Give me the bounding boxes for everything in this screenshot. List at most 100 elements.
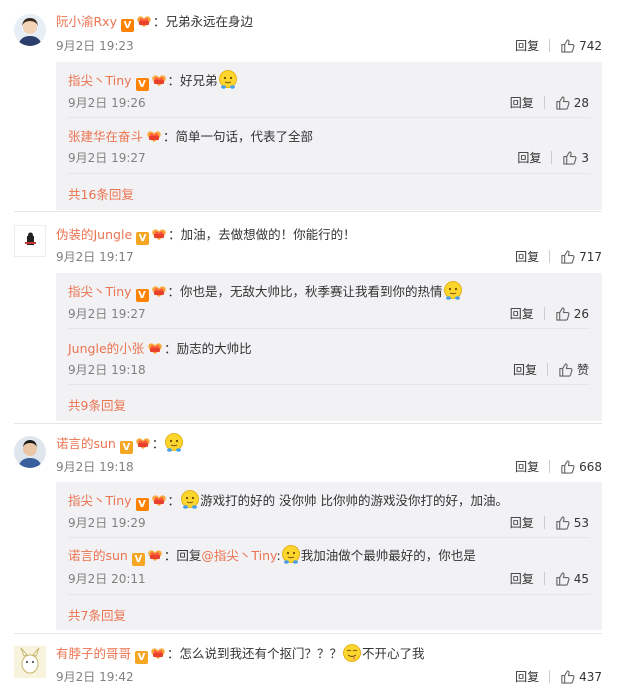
fan-club-badge [147,549,163,562]
reply-button[interactable]: 回复 [513,363,537,377]
reply-time: 9月2日 20:11 [68,572,146,586]
reply-text: ：你也是，无敌大帅比，秋季赛让我看到你的热情 [167,284,443,299]
like-button[interactable]: 717 [560,250,602,264]
comment-header: 阮小渝Rxy V ：兄弟永远在身边 [56,11,253,32]
like-button[interactable]: 53 [555,516,589,530]
divider [549,460,551,473]
comment-text-continued: 不开心了我 [362,646,425,661]
comment-header: 伪装的Jungle V ：加油，去做想做的！你能行的！ [56,224,356,245]
more-replies-link[interactable]: 共7条回复 [68,605,126,624]
like-count: 668 [579,460,602,474]
thumbs-up-icon [555,515,570,530]
reply-time: 9月2日 19:18 [68,363,146,377]
reply-actions: 回复 赞 [513,361,589,378]
thumbs-up-icon [560,38,575,53]
reply-button[interactable]: 回复 [510,96,534,110]
username[interactable]: 诺言的sun [56,436,116,451]
reply-actions: 回复 53 [510,514,589,531]
like-button[interactable]: 28 [555,96,589,110]
thumbs-up-icon [555,306,570,321]
fan-club-badge [151,494,167,507]
like-button[interactable]: 3 [562,151,589,165]
comment-header: 有脖子的哥哥 V ：怎么说到我还有个抠门？？？ 不开心了我 [56,643,425,664]
divider [14,633,602,634]
like-button[interactable]: 437 [560,670,602,684]
fan-club-badge [151,228,167,241]
reply-header: 诺言的sun V ：回复@指尖丶Tiny: 我加油做个最帅最好的，你也是 [68,545,476,566]
like-button[interactable]: 26 [555,307,589,321]
like-button[interactable]: 45 [555,572,589,586]
reply-time: 9月2日 19:26 [68,96,146,110]
smile-emoji [164,433,184,453]
reply-actions: 回复 26 [510,305,589,322]
verified-v-badge: V [135,78,149,91]
comment-actions: 回复 668 [515,458,602,475]
divider [549,39,551,52]
username[interactable]: Jungle的小张 [68,341,144,356]
avatar[interactable] [14,436,46,468]
username[interactable]: 有脖子的哥哥 [56,646,131,661]
divider [549,250,551,263]
reply-button[interactable]: 回复 [515,460,539,474]
username[interactable]: 伪装的Jungle [56,227,132,242]
reply-actions: 回复 45 [510,570,589,587]
reply-text: ：简单一句话，代表了全部 [163,129,314,144]
verified-v-badge: V [136,232,150,245]
like-count: 28 [573,96,589,110]
smile-emoji [218,70,238,90]
comment-actions: 回复 437 [515,668,602,685]
thumbs-up-icon [560,249,575,264]
like-button[interactable]: 赞 [558,363,589,377]
thumbs-up-icon [562,150,577,165]
reply-header: 指尖丶Tiny V ：好兄弟 [68,70,238,91]
reply-header: Jungle的小张 ：励志的大帅比 [68,338,252,357]
username[interactable]: 指尖丶Tiny [68,493,132,508]
like-button[interactable]: 668 [560,460,602,474]
username[interactable]: 阮小渝Rxy [56,14,117,29]
reply-button[interactable]: 回复 [510,516,534,530]
reply-button[interactable]: 回复 [510,307,534,321]
like-label: 赞 [576,363,589,377]
comment-actions: 回复 717 [515,248,602,265]
username[interactable]: 诺言的sun [68,548,128,563]
comment-header: 诺言的sun V ： [56,433,184,454]
mention-link[interactable]: @指尖丶Tiny [201,548,276,563]
avatar[interactable] [14,646,46,678]
more-replies-link[interactable]: 共16条回复 [68,184,134,203]
reply-button[interactable]: 回复 [510,572,534,586]
avatar[interactable] [14,14,46,46]
username[interactable]: 张建华在奋斗 [68,129,143,144]
avatar[interactable] [14,225,46,257]
like-button[interactable]: 742 [560,39,602,53]
divider [549,670,551,683]
verified-v-badge: V [135,289,149,302]
more-replies-link[interactable]: 共9条回复 [68,395,126,414]
reply-actions: 回复 3 [517,149,589,166]
divider [68,384,590,385]
tongue-emoji [342,643,362,663]
comment-time: 9月2日 19:18 [56,460,134,474]
smile-emoji [443,281,463,301]
username[interactable]: 指尖丶Tiny [68,284,132,299]
smile-emoji [180,490,200,510]
comment-text: ：加油，去做想做的！你能行的！ [168,227,356,242]
reply-button[interactable]: 回复 [515,250,539,264]
comment-text: ：兄弟永远在身边 [152,14,253,29]
reply-button[interactable]: 回复 [517,151,541,165]
verified-v-badge: V [120,19,134,32]
username[interactable]: 指尖丶Tiny [68,73,132,88]
fan-club-badge [150,647,166,660]
reply-actions: 回复 28 [510,94,589,111]
divider [14,423,602,424]
reply-time: 9月2日 19:27 [68,151,146,165]
divider [543,516,545,529]
comment-text: ： [151,436,165,451]
fan-club-badge [151,74,167,87]
smile-emoji [281,545,301,565]
reply-button[interactable]: 回复 [515,39,539,53]
reply-text: ：励志的大帅比 [164,341,252,356]
reply-button[interactable]: 回复 [515,670,539,684]
divider [14,211,602,212]
fan-club-badge [146,130,162,143]
like-count: 437 [579,670,602,684]
